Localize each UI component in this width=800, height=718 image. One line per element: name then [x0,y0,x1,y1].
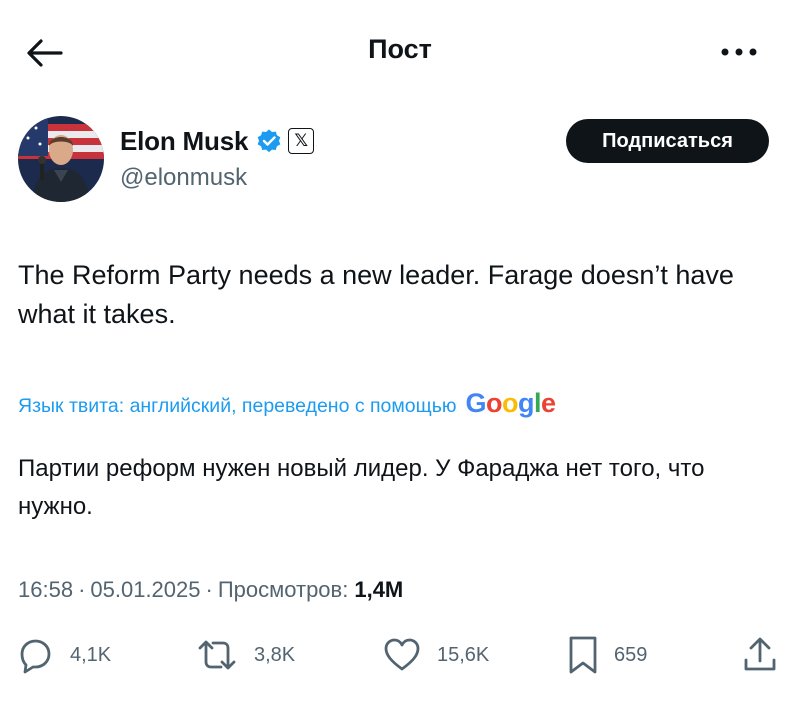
reply-button[interactable]: 4,1K [16,630,111,680]
heart-icon [384,638,420,671]
author-handle[interactable]: @elonmusk [120,164,314,192]
google-logo: Google [465,388,556,418]
verified-badge-icon [257,129,281,153]
bookmark-button[interactable]: 659 [568,630,647,680]
tweet-text: The Reform Party needs a new leader. Far… [18,260,734,329]
page-title: Пост [368,34,432,64]
repost-icon [198,640,236,670]
tweet-metadata: 16:58 · 05.01.2025 · Просмотров: 1,4M [18,577,403,603]
author-display-name[interactable]: Elon Musk [120,126,248,157]
translated-text: Партии реформ нужен новый лидер. У Фарад… [18,455,705,520]
top-bar: Пост [0,0,800,100]
share-button[interactable] [742,630,778,680]
views-count[interactable]: 1,4M [354,577,403,603]
share-icon [744,637,776,671]
like-count: 15,6K [437,643,490,666]
action-bar: 4,1K 3,8K 15,6K 659 [0,630,800,680]
avatar[interactable] [18,116,104,202]
author-row: Elon Musk 𝕏 @elonmusk Подписаться [18,116,788,206]
follow-button[interactable]: Подписаться [566,119,769,163]
bookmark-icon [569,636,597,674]
translation-label[interactable]: Язык твита: английский, переведено с пом… [18,395,456,418]
repost-button[interactable]: 3,8K [196,630,295,680]
x-affiliate-badge-icon[interactable]: 𝕏 [288,128,315,154]
reply-count: 4,1K [70,643,112,666]
repost-count: 3,8K [254,643,296,666]
tweet-date[interactable]: 05.01.2025 [90,577,200,603]
more-horizontal-icon [721,48,757,56]
separator-dot: · [78,577,86,602]
translation-notice[interactable]: Язык твита: английский, переведено с пом… [18,388,556,419]
reply-icon [20,639,51,674]
more-options-button[interactable] [714,34,764,70]
bookmark-count: 659 [614,643,648,666]
tweet-time[interactable]: 16:58 [18,577,73,603]
views-label: Просмотров: [217,577,349,602]
like-button[interactable]: 15,6K [383,630,489,680]
separator-dot: · [205,577,213,602]
author-names: Elon Musk 𝕏 @elonmusk [120,124,315,192]
